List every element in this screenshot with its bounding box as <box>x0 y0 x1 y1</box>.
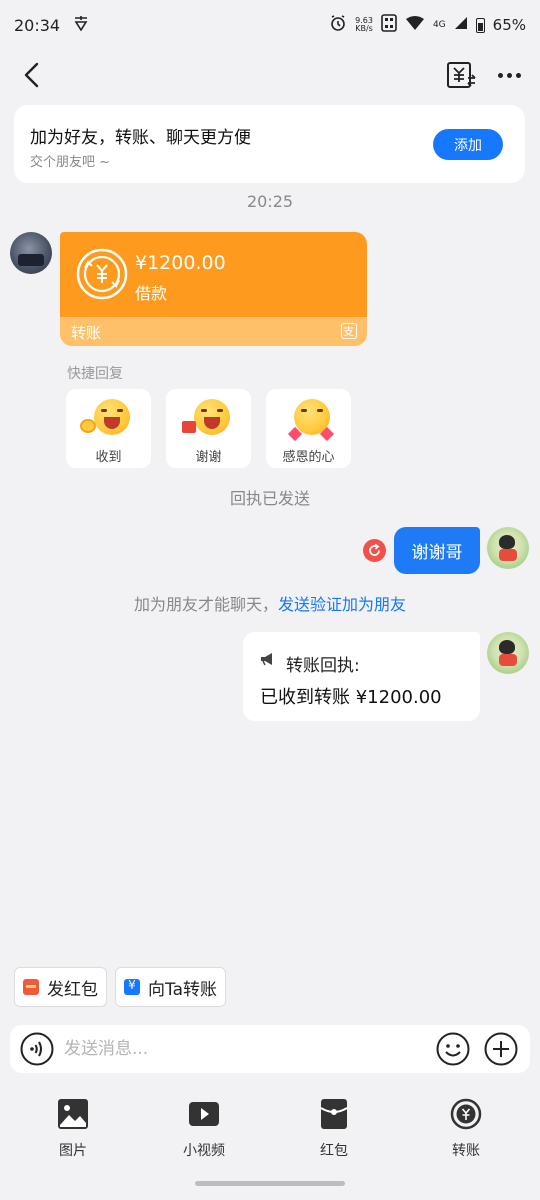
quick-reply-label: 收到 <box>95 450 122 465</box>
transfer-records-button[interactable] <box>444 58 478 92</box>
toolbar-label: 图片 <box>59 1143 87 1159</box>
network-type: 4G <box>432 20 446 30</box>
bill-icon <box>447 62 476 88</box>
home-indicator[interactable] <box>195 1181 345 1186</box>
message-input[interactable] <box>64 1033 424 1065</box>
friend-required-text: 加为朋友才能聊天， <box>133 595 278 614</box>
quick-reply-label: 感恩的心 <box>282 450 335 465</box>
red-envelope-icon <box>23 979 39 995</box>
toolbar-image[interactable]: 图片 <box>23 1096 123 1160</box>
wifi-icon <box>405 15 425 35</box>
video-icon <box>189 1102 219 1126</box>
my-message-bubble[interactable]: 谢谢哥 <box>394 527 480 574</box>
nfc-icon <box>381 14 397 36</box>
emoji-icon[interactable] <box>436 1032 470 1066</box>
chip-label: 发红包 <box>47 979 98 1000</box>
transfer-note: 借款 <box>135 284 168 303</box>
send-verification-link[interactable]: 发送验证加为朋友 <box>278 595 406 614</box>
notification-icon <box>72 15 90 35</box>
net-speed: 9.63 KB/s <box>355 16 373 33</box>
resend-icon[interactable] <box>363 539 386 562</box>
quick-reply-title: 快捷回复 <box>67 366 123 382</box>
alarm-icon <box>329 14 347 36</box>
toolbar-transfer[interactable]: 转账 <box>416 1096 516 1160</box>
toolbar-video[interactable]: 小视频 <box>154 1096 254 1160</box>
transfer-type-label: 转账 <box>71 324 102 342</box>
quick-reply-label: 谢谢 <box>195 450 222 465</box>
toolbar-red-envelope[interactable]: 红包 <box>284 1096 384 1160</box>
add-friend-subtitle: 交个朋友吧 ~ <box>30 155 111 170</box>
transfer-card-body: ¥1200.00 借款 <box>60 232 367 317</box>
add-friend-button[interactable]: 添加 <box>433 129 503 160</box>
more-dot <box>506 72 512 78</box>
battery-level: 65% <box>492 16 526 34</box>
toolbar-label: 红包 <box>320 1143 348 1159</box>
transfer-card[interactable]: ¥1200.00 借款 转账 <box>60 232 367 346</box>
message-timestamp: 20:25 <box>246 192 294 211</box>
send-red-envelope-chip[interactable]: 发红包 <box>14 967 107 1007</box>
transfer-icon <box>124 978 140 995</box>
transfer-icon <box>450 1098 482 1130</box>
megaphone-icon <box>261 653 272 666</box>
nav-bar <box>0 50 540 100</box>
chip-label: 向Ta转账 <box>148 979 217 1000</box>
status-bar: 20:34 9.63 KB/s 4G 65% <box>0 0 540 50</box>
message-input-bar <box>10 1025 530 1073</box>
voice-icon[interactable] <box>20 1032 54 1066</box>
quick-reply-grateful[interactable]: 感恩的心 <box>266 389 351 468</box>
quick-reply-thanks[interactable]: 谢谢 <box>166 389 251 468</box>
signal-icon <box>454 16 468 34</box>
add-friend-title: 加为好友，转账、聊天更方便 <box>30 128 251 148</box>
transfer-receipt-bubble[interactable]: 转账回执: 已收到转账 ¥1200.00 <box>243 632 480 721</box>
back-button[interactable] <box>18 60 48 90</box>
transfer-amount: ¥1200.00 <box>135 252 226 274</box>
more-dot <box>515 72 521 78</box>
receipt-title: 转账回执: <box>286 656 360 676</box>
friend-required-notice: 加为朋友才能聊天，发送验证加为朋友 <box>0 591 540 615</box>
contact-avatar[interactable] <box>10 232 52 274</box>
toolbar-label: 小视频 <box>183 1143 225 1159</box>
chevron-left-icon <box>24 62 39 88</box>
receipt-body: 已收到转账 ¥1200.00 <box>260 687 442 708</box>
transfer-received-icon <box>76 248 128 300</box>
plus-icon[interactable] <box>484 1032 518 1066</box>
status-time: 20:34 <box>14 15 61 35</box>
add-friend-banner: 加为好友，转账、聊天更方便 交个朋友吧 ~ 添加 <box>14 105 525 183</box>
battery-icon <box>475 17 485 33</box>
transfer-to-ta-chip[interactable]: 向Ta转账 <box>115 967 226 1007</box>
transfer-card-footer: 转账 <box>60 317 367 346</box>
more-button[interactable] <box>494 62 524 88</box>
quick-reply-received[interactable]: 收到 <box>66 389 151 468</box>
system-notice-receipt-sent: 回执已发送 <box>229 489 310 508</box>
more-dot <box>497 72 503 78</box>
my-avatar[interactable] <box>487 632 529 674</box>
alipay-logo-icon <box>341 323 357 339</box>
my-avatar[interactable] <box>487 527 529 569</box>
red-envelope-icon <box>320 1099 348 1129</box>
image-icon <box>58 1099 88 1129</box>
toolbar-label: 转账 <box>452 1143 480 1159</box>
